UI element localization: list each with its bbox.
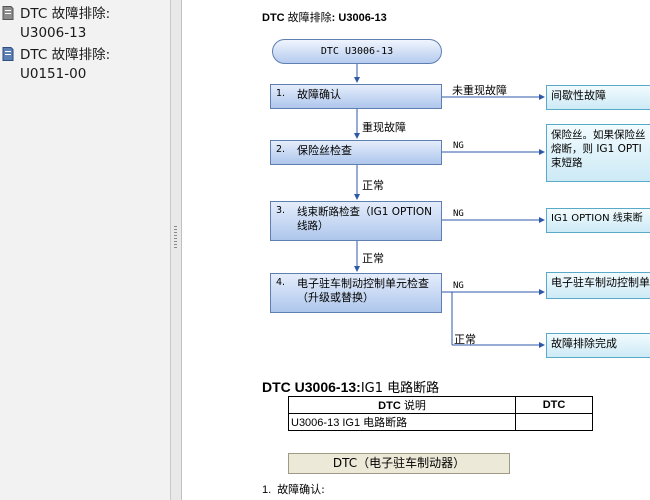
flow-label-ok: 正常: [454, 333, 476, 346]
flow-step-2: 2. 保险丝检查: [270, 140, 442, 165]
tree-item-label: DTC 故障排除: U0151-00: [20, 47, 111, 82]
flow-label-ok: 正常: [362, 252, 384, 265]
table-row: U3006-13 IG1 电路断路: [288, 413, 593, 431]
table-cell: U3006-13 IG1 电路断路: [288, 413, 516, 431]
step-label: 线束断路检查（IG1 OPTION 线路）: [297, 206, 432, 232]
flow-label-ok: 正常: [362, 179, 384, 192]
step-label: 保险丝检查: [297, 144, 352, 157]
splitter-grip-icon[interactable]: [174, 226, 177, 250]
flow-result-fuse: 保险丝。如果保险丝 熔断，则 IG1 OPTI 束短路: [546, 124, 650, 182]
section-heading: DTC U3006-13:IG1 电路断路: [262, 379, 440, 396]
flow-result-intermittent: 间歇性故障: [546, 85, 650, 110]
document-pane: DTC 故障排除: U3006-13 DTC U3006-13 1. 故障确认 …: [182, 0, 650, 500]
document-icon: [2, 6, 14, 20]
pane-splitter[interactable]: [171, 0, 182, 500]
flow-step-4: 4. 电子驻车制动控制单元检查 （升级或替换）: [270, 273, 442, 313]
step-number: 2.: [276, 144, 286, 155]
flow-result-complete: 故障排除完成: [546, 333, 650, 358]
table-header-row: DTC 说明 DTC: [288, 396, 593, 414]
table-header: DTC 说明: [288, 396, 516, 414]
flow-label-ng: NG: [453, 141, 464, 151]
flow-label-repro: 重现故障: [362, 121, 406, 134]
flow-label-ng: NG: [453, 281, 464, 291]
table-cell: [515, 413, 593, 431]
step-number: 1.: [276, 88, 286, 99]
tree-item-label: DTC 故障排除: U3006-13: [20, 6, 111, 41]
flow-label-no-repro: 未重现故障: [452, 84, 507, 97]
procedure-step-1: 1. 故障确认:: [262, 483, 325, 496]
step-number: 3.: [276, 205, 286, 216]
flow-step-3: 3. 线束断路检查（IG1 OPTION 线路）: [270, 201, 442, 241]
flow-start-node: DTC U3006-13: [272, 39, 442, 64]
document-icon: [2, 47, 14, 61]
step-label: 故障确认: [297, 88, 341, 101]
table-header: DTC: [515, 396, 593, 414]
step-number: 4.: [276, 277, 286, 288]
navigation-tree: DTC 故障排除: U3006-13 DTC 故障排除: U0151-00: [0, 0, 171, 500]
flow-step-1: 1. 故障确认: [270, 84, 442, 109]
dtc-epb-button[interactable]: DTC（电子驻车制动器）: [288, 453, 510, 474]
flow-label-ng: NG: [453, 209, 464, 219]
flow-result-epb-unit: 电子驻车制动控制单: [546, 272, 650, 299]
dtc-table: DTC 说明 DTC U3006-13 IG1 电路断路: [288, 396, 593, 431]
flow-result-harness-open: IG1 OPTION 线束断: [546, 208, 650, 233]
step-label: 电子驻车制动控制单元检查 （升级或替换）: [297, 277, 429, 304]
